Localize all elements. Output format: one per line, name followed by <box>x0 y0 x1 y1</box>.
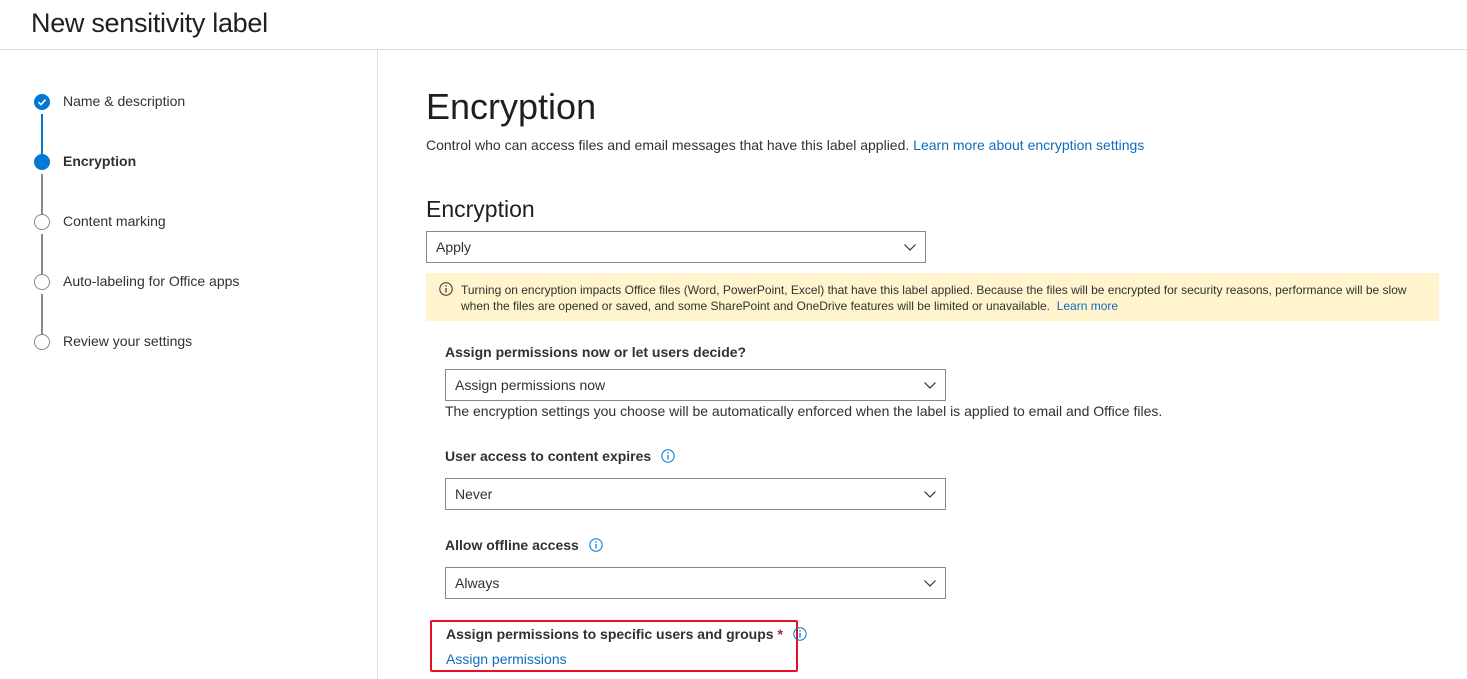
offline-label: Allow offline access <box>445 537 579 553</box>
wizard-stepper: Name & description Encryption Content ma… <box>0 50 378 679</box>
step-pending-icon <box>34 214 50 230</box>
step-label: Encryption <box>63 153 137 169</box>
dropdown-value: Assign permissions now <box>455 377 606 393</box>
step-connector <box>41 294 43 336</box>
step-connector <box>41 234 43 276</box>
info-icon[interactable] <box>661 449 675 463</box>
step-label: Content marking <box>63 213 166 229</box>
step-label: Review your settings <box>63 333 193 349</box>
step-connector <box>41 174 43 216</box>
warning-text-block: Turning on encryption impacts Office fil… <box>461 282 1421 314</box>
step-connector <box>41 114 43 156</box>
assign-now-helper-text: The encryption settings you choose will … <box>445 403 1163 419</box>
dropdown-value: Never <box>455 486 493 502</box>
page-description: Control who can access files and email m… <box>426 137 1144 153</box>
info-icon[interactable] <box>589 538 603 552</box>
info-icon <box>439 282 453 296</box>
check-icon <box>37 99 47 106</box>
expires-label-row: User access to content expires <box>445 448 675 464</box>
step-pending-icon <box>34 334 50 350</box>
expires-label: User access to content expires <box>445 448 652 464</box>
step-complete-icon <box>34 94 50 110</box>
learn-more-encryption-link[interactable]: Learn more about encryption settings <box>913 137 1144 153</box>
page-header: New sensitivity label <box>0 0 1467 50</box>
chevron-down-icon <box>924 382 936 389</box>
required-indicator: * <box>777 626 783 642</box>
encryption-dropdown[interactable]: Apply <box>426 231 926 263</box>
chevron-down-icon <box>904 244 916 251</box>
specific-users-label: Assign permissions to specific users and… <box>446 626 774 642</box>
page-header-title: New sensitivity label <box>31 8 268 38</box>
offline-label-row: Allow offline access <box>445 537 603 553</box>
dropdown-value: Always <box>455 575 500 591</box>
step-label: Name & description <box>63 93 186 109</box>
warning-learn-more-link[interactable]: Learn more <box>1057 299 1118 313</box>
chevron-down-icon <box>924 580 936 587</box>
specific-users-label-row: Assign permissions to specific users and… <box>446 626 807 642</box>
assign-now-label: Assign permissions now or let users deci… <box>445 344 747 360</box>
section-title: Encryption <box>426 196 535 222</box>
step-label: Auto-labeling for Office apps <box>63 273 240 289</box>
chevron-down-icon <box>924 491 936 498</box>
assign-permissions-dropdown[interactable]: Assign permissions now <box>445 369 946 401</box>
info-icon[interactable] <box>793 627 807 641</box>
page-title: Encryption <box>426 86 597 127</box>
assign-permissions-link[interactable]: Assign permissions <box>446 651 567 667</box>
expires-dropdown[interactable]: Never <box>445 478 946 510</box>
step-pending-icon <box>34 274 50 290</box>
offline-access-dropdown[interactable]: Always <box>445 567 946 599</box>
step-current-icon <box>34 154 50 170</box>
warning-text: Turning on encryption impacts Office fil… <box>461 283 1407 313</box>
description-text: Control who can access files and email m… <box>426 137 910 153</box>
dropdown-value: Apply <box>436 239 472 255</box>
warning-message-bar: Turning on encryption impacts Office fil… <box>426 273 1439 321</box>
